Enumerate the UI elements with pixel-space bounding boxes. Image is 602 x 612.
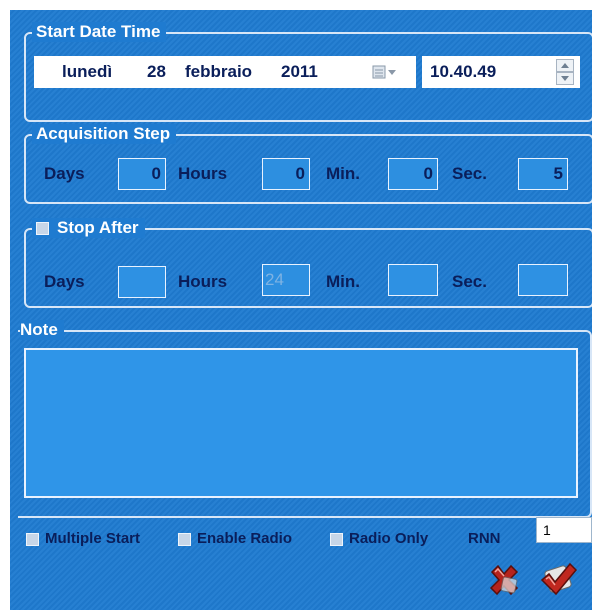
stop-after-title: Stop After	[32, 218, 145, 238]
red-x-cancel-icon	[489, 564, 519, 596]
stop-sec-label: Sec.	[452, 272, 487, 291]
stop-after-group: Stop After Days Hours 24 Min. Sec.	[24, 218, 592, 308]
date-picker[interactable]: lunedì 28 febbraio 2011	[34, 56, 416, 88]
time-picker[interactable]: 10.40.49	[422, 56, 580, 88]
acq-sec-field[interactable]: 5	[518, 158, 568, 190]
stop-after-checkbox[interactable]	[36, 221, 49, 235]
acq-sec-label: Sec.	[452, 164, 487, 183]
rnn-value[interactable]: 1	[543, 522, 551, 538]
start-date-time-title: Start Date Time	[32, 22, 167, 42]
date-year: 2011	[281, 62, 318, 81]
stop-min-label: Min.	[326, 272, 360, 291]
enable-radio-option[interactable]: Enable Radio	[178, 530, 292, 548]
radio-only-label: Radio Only	[349, 530, 429, 547]
acq-min-label: Min.	[326, 164, 360, 183]
note-title: Note	[20, 320, 64, 340]
stop-hours-label: Hours	[178, 272, 228, 291]
stop-days-label: Days	[44, 272, 85, 291]
acquisition-step-group: Acquisition Step Days 0 Hours 0 Min. 0 S…	[24, 124, 592, 204]
enable-radio-label: Enable Radio	[197, 530, 293, 547]
start-date-time-group: Start Date Time lunedì 28 febbraio 2011 …	[24, 22, 592, 122]
ok-button[interactable]	[538, 560, 578, 598]
multiple-start-label: Multiple Start	[45, 530, 141, 547]
rnn-input[interactable]: 1	[536, 517, 592, 543]
stop-sec-field[interactable]	[518, 264, 568, 296]
acq-hours-field[interactable]: 0	[262, 158, 310, 190]
acquisition-step-title: Acquisition Step	[32, 124, 177, 144]
acq-hours-label: Hours	[178, 164, 228, 183]
acquisition-dialog: Start Date Time lunedì 28 febbraio 2011 …	[10, 10, 592, 610]
stop-hours-field[interactable]: 24	[262, 264, 310, 296]
red-check-ok-icon	[540, 562, 578, 596]
calendar-dropdown-icon[interactable]	[372, 64, 408, 80]
cancel-button[interactable]	[486, 562, 522, 598]
stop-min-field[interactable]	[388, 264, 438, 296]
multiple-start-option[interactable]: Multiple Start	[26, 530, 140, 548]
radio-only-option[interactable]: Radio Only	[330, 530, 428, 548]
note-group: Note	[18, 320, 592, 518]
stop-after-label: Stop After	[57, 218, 139, 237]
acq-days-label: Days	[44, 164, 85, 183]
time-spinner[interactable]	[556, 59, 574, 85]
date-day-name: lunedì	[62, 62, 113, 81]
acq-days-field[interactable]: 0	[118, 158, 166, 190]
time-value[interactable]: 10.40.49	[430, 62, 496, 82]
rnn-label: RNN	[468, 530, 501, 547]
enable-radio-checkbox[interactable]	[178, 532, 191, 546]
multiple-start-checkbox[interactable]	[26, 532, 39, 546]
date-day: 28	[147, 62, 166, 81]
acq-min-field[interactable]: 0	[388, 158, 438, 190]
radio-only-checkbox[interactable]	[330, 532, 343, 546]
date-month: febbraio	[185, 62, 253, 81]
note-textarea[interactable]	[24, 348, 578, 498]
stop-days-field[interactable]	[118, 266, 166, 298]
